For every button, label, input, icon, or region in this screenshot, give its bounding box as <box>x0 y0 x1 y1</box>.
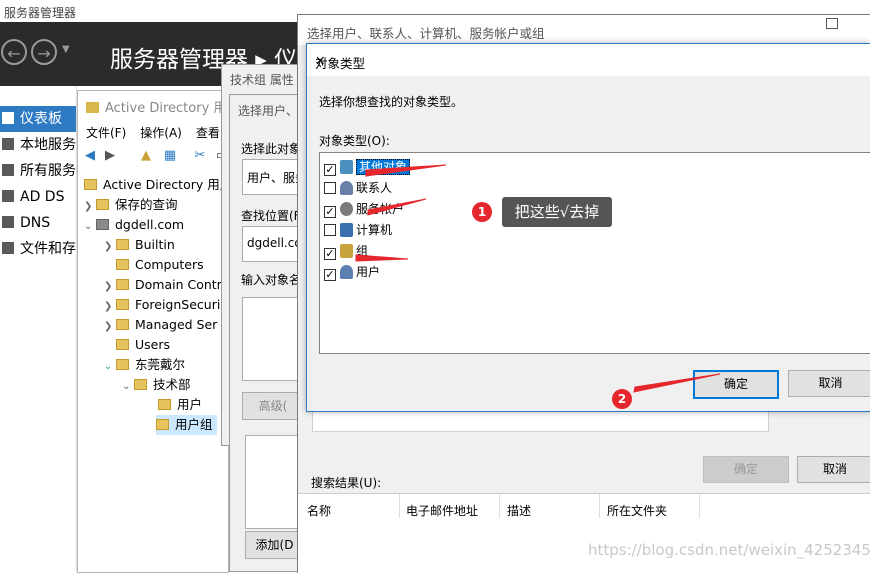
arrow-to-ok-button <box>633 373 721 393</box>
watermark: https://blog.csdn.net/weixin_42523454 <box>588 541 870 559</box>
arrow-to-groups <box>355 254 409 262</box>
annotation-arrows <box>355 164 721 393</box>
step-badge-1: 1 <box>472 202 492 222</box>
arrow-to-other-objects <box>365 164 447 177</box>
arrow-to-service-accounts <box>367 198 427 216</box>
annotation-tip: 把这些√去掉 <box>502 197 612 227</box>
step-badge-2: 2 <box>612 389 632 409</box>
